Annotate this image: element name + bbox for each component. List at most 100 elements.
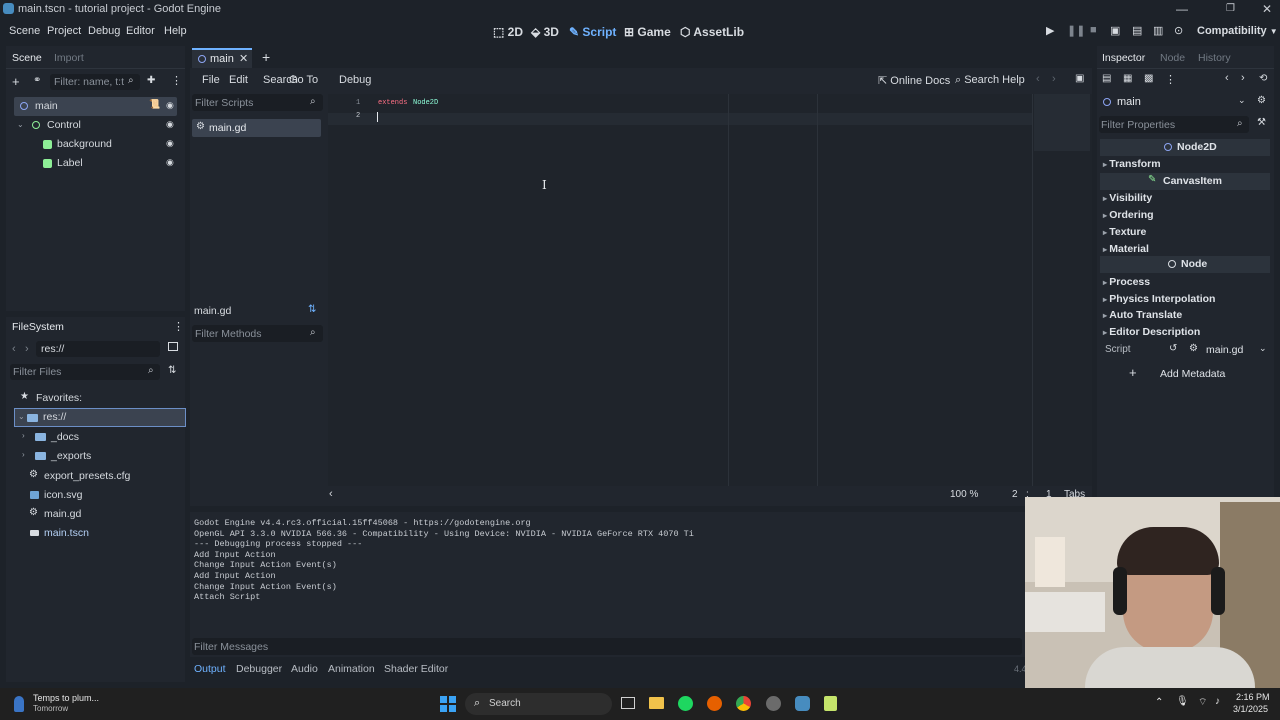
back-arrow-icon[interactable]: ‹ <box>1036 73 1040 85</box>
load-resource-icon[interactable]: ▦ <box>1123 73 1132 84</box>
movie-maker-icon[interactable]: ⊙ <box>1174 24 1183 37</box>
workspace-script-button[interactable]: ✎ Script <box>569 25 616 39</box>
microphone-icon[interactable]: 🎙 <box>1176 696 1189 707</box>
scene-tree-item-control[interactable]: ⌄ Control ◉ <box>14 116 177 135</box>
object-selector[interactable]: main ⌄ <box>1100 94 1248 110</box>
workspace-3d-button[interactable]: ⬙ 3D <box>531 25 559 39</box>
tab-scene[interactable]: Scene <box>12 52 42 64</box>
forward-arrow-icon[interactable]: › <box>1241 72 1245 84</box>
add-node-icon[interactable]: + <box>12 74 20 89</box>
godot-taskbar-icon[interactable] <box>795 696 810 711</box>
expand-chevron-icon[interactable]: › <box>22 431 25 440</box>
visibility-eye-icon[interactable]: ◉ <box>166 100 174 111</box>
weather-title[interactable]: Temps to plum... <box>33 693 99 703</box>
wifi-icon[interactable]: ⌔ <box>1198 696 1207 709</box>
tab-audio[interactable]: Audio <box>291 663 318 675</box>
tab-history[interactable]: History <box>1198 52 1231 64</box>
file-item-export-presets[interactable]: ⚙ export_presets.cfg <box>14 467 186 486</box>
chrome-icon[interactable] <box>736 696 751 711</box>
menu-help[interactable]: Help <box>164 25 187 37</box>
spotify-icon[interactable] <box>678 696 693 711</box>
visibility-eye-icon[interactable]: ◉ <box>166 138 174 149</box>
file-item-exports[interactable]: › _exports <box>14 447 186 466</box>
scene-tab-main[interactable]: main ✕ <box>192 48 252 68</box>
script-menu-debug[interactable]: Debug <box>339 74 371 86</box>
tab-debugger[interactable]: Debugger <box>236 663 282 675</box>
object-properties-icon[interactable]: ⚙ <box>1257 95 1266 106</box>
collapse-chevron-icon[interactable]: ⌄ <box>18 412 25 421</box>
play-scene-icon[interactable]: ▤ <box>1132 24 1142 37</box>
close-tab-icon[interactable]: ✕ <box>239 52 248 65</box>
scene-tree-item-background[interactable]: background ◉ <box>14 135 177 154</box>
close-window-button[interactable]: ✕ <box>1262 2 1272 16</box>
add-scene-tab-icon[interactable]: + <box>262 49 270 65</box>
visibility-eye-icon[interactable]: ◉ <box>166 119 174 130</box>
back-arrow-icon[interactable]: ‹ <box>1225 72 1229 84</box>
online-docs-button[interactable]: ⇱ Online Docs <box>878 74 950 87</box>
forward-arrow-icon[interactable]: › <box>25 343 29 355</box>
menu-debug[interactable]: Debug <box>88 25 120 37</box>
link-icon[interactable]: ⚭ <box>33 75 41 86</box>
filter-properties-input[interactable]: Filter Properties ⌕ <box>1099 116 1249 133</box>
attach-script-icon[interactable]: ✚ <box>147 75 155 86</box>
pause-button[interactable]: ❚❚ <box>1067 24 1085 37</box>
new-resource-icon[interactable]: ▤ <box>1102 73 1111 84</box>
play-button[interactable]: ▶ <box>1046 24 1054 37</box>
file-item-docs[interactable]: › _docs <box>14 428 186 447</box>
file-item-icon-svg[interactable]: icon.svg <box>14 486 186 505</box>
taskbar-search-box[interactable]: ⌕ Search <box>465 693 612 715</box>
minimize-button[interactable]: — <box>1176 2 1188 16</box>
chevron-up-icon[interactable]: ⌃ <box>1155 697 1163 708</box>
scene-filter-input[interactable]: Filter: name, t:t ⌕ <box>50 74 140 90</box>
split-view-icon[interactable] <box>168 342 178 351</box>
section-ordering[interactable]: ▸ Ordering <box>1103 209 1154 225</box>
tab-node[interactable]: Node <box>1160 52 1185 64</box>
file-item-res[interactable]: ⌄ res:// <box>14 408 186 427</box>
tab-shader-editor[interactable]: Shader Editor <box>384 663 448 675</box>
collapse-chevron-icon[interactable]: ⌄ <box>17 120 24 129</box>
more-options-icon[interactable]: ⋮ <box>171 74 182 87</box>
expand-chevron-icon[interactable]: › <box>22 450 25 459</box>
file-item-main-tscn[interactable]: main.tscn <box>14 524 186 543</box>
volume-icon[interactable]: ♪ <box>1215 696 1220 707</box>
file-explorer-icon[interactable] <box>649 697 664 709</box>
search-help-button[interactable]: ⌕ Search Help <box>955 74 1025 87</box>
firefox-icon[interactable] <box>707 696 722 711</box>
script-resource-picker[interactable]: ⚙ main.gd ⌄ <box>1187 343 1271 357</box>
section-visibility[interactable]: ▸ Visibility <box>1103 192 1152 208</box>
sort-methods-icon[interactable]: ⇅ <box>308 304 316 315</box>
menu-editor[interactable]: Editor <box>126 25 155 37</box>
reset-icon[interactable]: ↺ <box>1169 343 1177 354</box>
section-process[interactable]: ▸ Process <box>1103 276 1150 292</box>
section-physics-interpolation[interactable]: ▸ Physics Interpolation <box>1103 293 1215 309</box>
windows-start-icon[interactable] <box>440 696 456 712</box>
forward-arrow-icon[interactable]: › <box>1052 73 1056 85</box>
tab-import[interactable]: Import <box>54 52 84 64</box>
add-metadata-button[interactable]: + Add Metadata <box>1101 365 1269 382</box>
script-menu-edit[interactable]: Edit <box>229 74 248 86</box>
section-transform[interactable]: ▸ Transform <box>1103 158 1161 174</box>
filter-methods-input[interactable]: Filter Methods ⌕ <box>192 325 323 342</box>
stop-button[interactable]: ■ <box>1090 24 1097 36</box>
toggle-scripts-panel-icon[interactable]: ‹ <box>329 488 333 500</box>
scene-tree-item-label[interactable]: Label ◉ <box>14 154 177 173</box>
notepad-icon[interactable] <box>824 696 837 711</box>
task-view-icon[interactable] <box>621 697 635 709</box>
filter-messages-input[interactable]: Filter Messages <box>192 638 1022 655</box>
visibility-eye-icon[interactable]: ◉ <box>166 157 174 168</box>
section-auto-translate[interactable]: ▸ Auto Translate <box>1103 309 1182 325</box>
play-custom-scene-icon[interactable]: ▥ <box>1153 24 1163 37</box>
tab-inspector[interactable]: Inspector <box>1102 52 1145 64</box>
filter-files-input[interactable]: Filter Files ⌕ <box>10 364 160 380</box>
clock-date[interactable]: 3/1/2025 <box>1233 704 1268 714</box>
workspace-game-button[interactable]: ⊞ Game <box>624 25 671 39</box>
script-icon[interactable]: 📜 <box>149 99 160 110</box>
scene-tree-item-main[interactable]: main 📜 ◉ <box>14 97 177 116</box>
inspector-settings-icon[interactable]: ⚒ <box>1257 117 1266 128</box>
remote-debug-icon[interactable]: ▣ <box>1110 24 1120 37</box>
code-editor[interactable]: 1 2 extends Node2D I <box>328 94 1092 486</box>
section-editor-description[interactable]: ▸ Editor Description <box>1103 326 1200 342</box>
history-icon[interactable]: ⟲ <box>1259 73 1267 84</box>
save-resource-icon[interactable]: ▩ <box>1144 73 1153 84</box>
workspace-assetlib-button[interactable]: ⬡ AssetLib <box>680 25 744 39</box>
